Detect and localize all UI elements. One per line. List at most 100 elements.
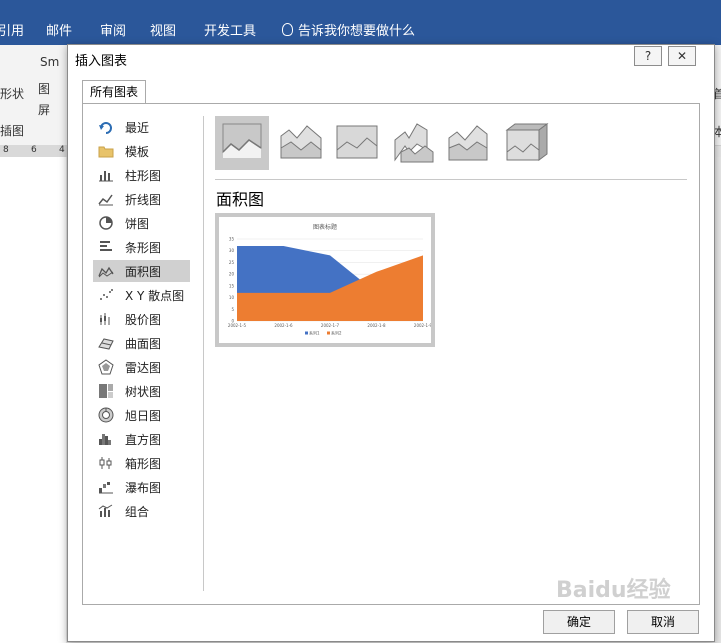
- category-label: 股价图: [125, 313, 162, 327]
- category-item[interactable]: 雷达图: [93, 356, 190, 378]
- category-item[interactable]: 组合: [93, 500, 190, 522]
- horizontal-divider: [215, 179, 687, 180]
- subtype-3d-stacked-area[interactable]: [443, 116, 497, 170]
- category-item[interactable]: 模板: [93, 140, 190, 162]
- category-label: 模板: [125, 145, 150, 159]
- category-item[interactable]: X Y 散点图: [93, 284, 190, 306]
- cancel-button[interactable]: 取消: [627, 610, 699, 634]
- bar-chart-icon: [100, 241, 112, 251]
- category-item[interactable]: 箱形图: [93, 452, 190, 474]
- category-label: 雷达图: [125, 361, 162, 375]
- category-label: X Y 散点图: [125, 289, 185, 303]
- document-page: [0, 157, 66, 643]
- category-label: 树状图: [125, 385, 162, 399]
- category-item[interactable]: 树状图: [93, 380, 190, 402]
- box-whisker-chart-icon: [99, 457, 112, 469]
- tab-all-charts[interactable]: 所有图表: [82, 80, 146, 103]
- y-tick-label: 5: [231, 307, 234, 312]
- category-item[interactable]: 柱形图: [93, 164, 190, 186]
- ruler-mark: 4: [59, 145, 65, 155]
- area-chart-icon: [98, 266, 114, 278]
- category-label: 最近: [125, 121, 150, 135]
- smartart-label[interactable]: Sm: [40, 55, 59, 69]
- stock-chart-icon: [100, 313, 110, 325]
- category-item[interactable]: 旭日图: [93, 404, 190, 426]
- category-label: 旭日图: [125, 409, 162, 423]
- treemap-chart-icon: [99, 384, 113, 398]
- category-label: 柱形图: [125, 169, 162, 183]
- tab-references[interactable]: 引用: [0, 20, 24, 39]
- sunburst-chart-icon: [98, 407, 114, 423]
- ok-button[interactable]: 确定: [543, 610, 615, 634]
- area-subtype-icon: [222, 123, 262, 158]
- vertical-divider: [203, 116, 204, 591]
- category-item[interactable]: 最近: [93, 116, 190, 138]
- x-tick-label: 2002-1-9: [414, 323, 431, 328]
- category-label: 箱形图: [125, 457, 162, 471]
- 3d-percent-stacked-area-subtype-icon: [505, 123, 549, 161]
- surface-chart-icon: [98, 338, 114, 350]
- line-chart-icon: [98, 194, 113, 206]
- dialog-title-bar[interactable]: 插入图表 ? ✕: [68, 45, 714, 73]
- y-tick-label: 25: [229, 260, 235, 265]
- x-tick-label: 2002-1-8: [367, 323, 386, 328]
- histogram-chart-icon: [99, 434, 111, 445]
- scatter-chart-icon: [100, 289, 113, 300]
- x-tick-label: 2002-1-6: [274, 323, 293, 328]
- y-tick-label: 15: [229, 283, 235, 288]
- legend-label: 系列1: [309, 330, 320, 336]
- category-label: 条形图: [125, 241, 162, 255]
- chart-preview[interactable]: 图表标题 0 5 10 15 20 25 30 35 2002-1-5 2002-1-6 2002-1…: [215, 213, 435, 347]
- subtype-100-stacked-area[interactable]: [331, 116, 385, 170]
- category-item[interactable]: 瀑布图: [93, 476, 190, 498]
- legend-label: 系列2: [331, 330, 342, 336]
- folder-icon: [98, 146, 114, 158]
- radar-chart-icon: [98, 359, 114, 375]
- tab-review[interactable]: 审阅: [100, 20, 126, 39]
- y-tick-label: 20: [229, 272, 235, 277]
- subtype-3d-area[interactable]: [387, 116, 441, 170]
- category-item[interactable]: 条形图: [93, 236, 190, 258]
- subtype-area[interactable]: [215, 116, 269, 170]
- category-item[interactable]: 曲面图: [93, 332, 190, 354]
- category-item[interactable]: 直方图: [93, 428, 190, 450]
- category-label: 直方图: [125, 433, 162, 447]
- ruler-mark: 8: [3, 145, 9, 155]
- insert-chart-dialog: 插入图表 ? ✕ 所有图表 最近 模板 柱形图 折线图 饼图 条形图 面积图 X Y 散点图股…: [67, 44, 715, 642]
- y-tick-label: 10: [229, 295, 235, 300]
- category-item[interactable]: 股价图: [93, 308, 190, 330]
- x-tick-label: 2002-1-7: [321, 323, 340, 328]
- close-button[interactable]: ✕: [668, 46, 696, 66]
- column-chart-icon: [99, 171, 113, 182]
- legend-swatch: [305, 331, 308, 335]
- help-button[interactable]: ?: [634, 46, 662, 66]
- dialog-title: 插入图表: [75, 54, 128, 69]
- category-label: 饼图: [125, 217, 150, 231]
- screenshot-label[interactable]: 屏: [38, 101, 50, 118]
- section-title: 面积图: [216, 190, 265, 209]
- tab-developer[interactable]: 开发工具: [204, 20, 256, 39]
- category-label: 组合: [125, 505, 150, 519]
- category-item[interactable]: 饼图: [93, 212, 190, 234]
- y-tick-label: 30: [229, 248, 235, 253]
- category-label: 折线图: [125, 193, 162, 207]
- tell-me-text: 告诉我你想要做什么: [298, 24, 416, 39]
- tell-me-box[interactable]: 告诉我你想要做什么: [282, 20, 415, 39]
- y-tick-label: 35: [229, 237, 235, 242]
- category-label: 瀑布图: [125, 481, 162, 495]
- ruler-mark: 6: [31, 145, 37, 155]
- lightbulb-icon: [282, 23, 293, 36]
- ribbon-header: 引用 邮件 审阅 视图 开发工具 告诉我你想要做什么: [0, 0, 721, 45]
- tab-view[interactable]: 视图: [150, 20, 176, 39]
- recent-icon: [99, 122, 112, 134]
- tab-mailings[interactable]: 邮件: [46, 20, 72, 39]
- shapes-label[interactable]: 形状: [0, 85, 24, 102]
- category-item[interactable]: 折线图: [93, 188, 190, 210]
- chart-title: 图表标题: [313, 223, 337, 231]
- 3d-area-subtype-icon: [394, 123, 434, 163]
- x-tick-label: 2002-1-5: [228, 323, 247, 328]
- subtype-stacked-area[interactable]: [275, 116, 329, 170]
- category-item[interactable]: 面积图: [93, 260, 190, 282]
- chart-label[interactable]: 图: [38, 80, 50, 97]
- subtype-3d-100-stacked-area[interactable]: [499, 116, 553, 170]
